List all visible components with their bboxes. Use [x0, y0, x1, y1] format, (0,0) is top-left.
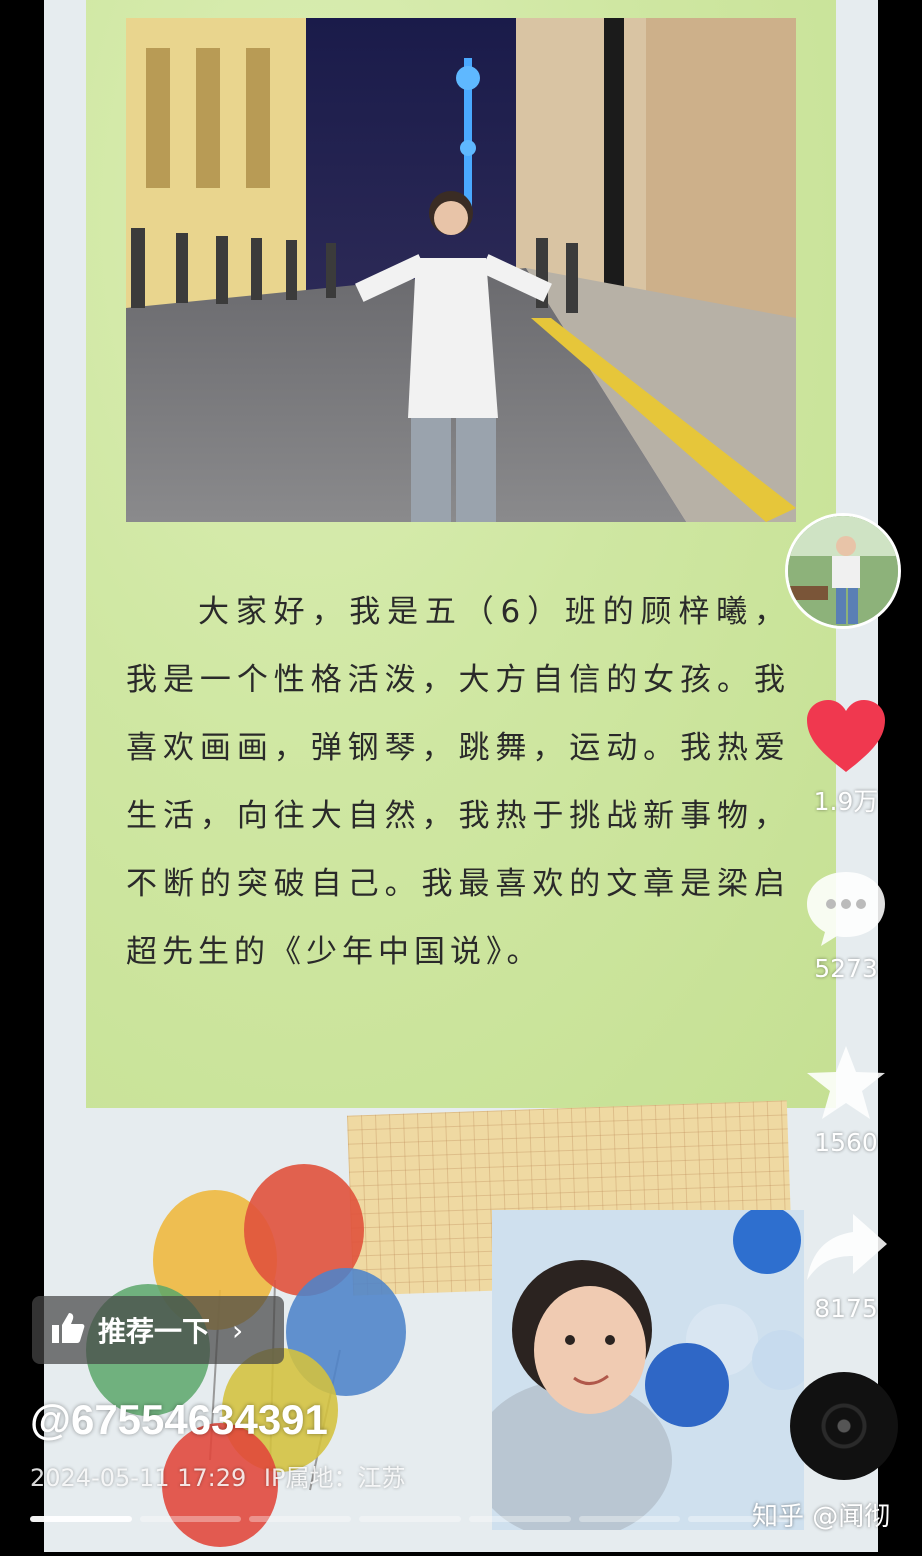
like-count: 1.9万: [813, 787, 879, 816]
image-progress-bar: [30, 1516, 791, 1522]
progress-segment: [139, 1516, 242, 1522]
progress-segment: [578, 1516, 681, 1522]
like-action[interactable]: 1.9万: [800, 696, 892, 818]
portrait-photo: [492, 1210, 804, 1530]
intro-text: 大家好，我是五（6）班的顾梓曦，我是一个性格活泼，大方自信的女孩。我喜欢画画，弹…: [126, 594, 790, 970]
progress-segment: [249, 1516, 352, 1522]
progress-segment: [468, 1516, 571, 1522]
share-action[interactable]: 8175: [800, 1208, 892, 1323]
post-meta: 2024-05-11 17:29 IP属地：江苏: [30, 1458, 405, 1493]
recommend-button[interactable]: 推荐一下 ›: [32, 1296, 284, 1364]
favorite-action[interactable]: 1560: [800, 1042, 892, 1157]
favorite-count: 1560: [814, 1128, 878, 1157]
share-icon[interactable]: [803, 1214, 889, 1292]
recommend-label: 推荐一下: [98, 1315, 211, 1348]
author-avatar[interactable]: [785, 513, 901, 629]
heart-icon[interactable]: [803, 700, 889, 780]
comment-count: 5273: [814, 954, 878, 983]
post-date: 2024-05-11 17:29: [30, 1464, 247, 1492]
street-photo: [126, 18, 796, 522]
watermark: 知乎 @闻彻: [752, 1502, 891, 1532]
chevron-right-icon: ›: [232, 1313, 244, 1347]
ip-location: IP属地：江苏: [263, 1464, 406, 1492]
star-icon[interactable]: [803, 1046, 889, 1126]
comment-action[interactable]: 5273: [800, 866, 892, 983]
author-username[interactable]: @67554634391: [30, 1396, 328, 1444]
thumbs-up-icon: [50, 1311, 86, 1349]
music-disc-icon[interactable]: [790, 1372, 898, 1480]
share-count: 8175: [814, 1294, 878, 1323]
progress-segment: [30, 1516, 132, 1522]
comment-icon[interactable]: [803, 872, 889, 952]
progress-segment: [359, 1516, 461, 1522]
